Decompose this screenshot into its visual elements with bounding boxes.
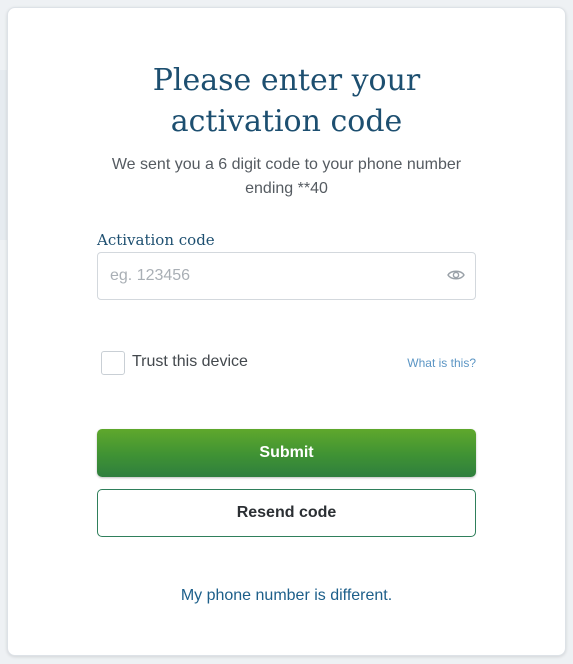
instructions-text: We sent you a 6 digit code to your phone… <box>68 153 505 201</box>
trust-device-checkbox[interactable] <box>101 351 125 375</box>
instructions-line-2: ending **40 <box>245 180 328 197</box>
activation-code-input[interactable] <box>110 253 430 299</box>
eye-icon[interactable] <box>447 268 465 282</box>
resend-code-button[interactable]: Resend code <box>97 489 476 537</box>
trust-device-label[interactable]: Trust this device <box>132 353 248 371</box>
activation-code-label: Activation code <box>97 231 215 249</box>
activation-card: Please enter your activation code We sen… <box>7 7 566 656</box>
title-line-1: Please enter your <box>152 63 421 98</box>
title-line-2: activation code <box>170 104 403 139</box>
page-title: Please enter your activation code <box>8 60 565 142</box>
what-is-this-link[interactable]: What is this? <box>407 356 476 370</box>
different-phone-link[interactable]: My phone number is different. <box>8 587 565 605</box>
instructions-line-1: We sent you a 6 digit code to your phone… <box>111 156 462 173</box>
activation-code-field <box>97 252 476 300</box>
submit-button[interactable]: Submit <box>97 429 476 477</box>
